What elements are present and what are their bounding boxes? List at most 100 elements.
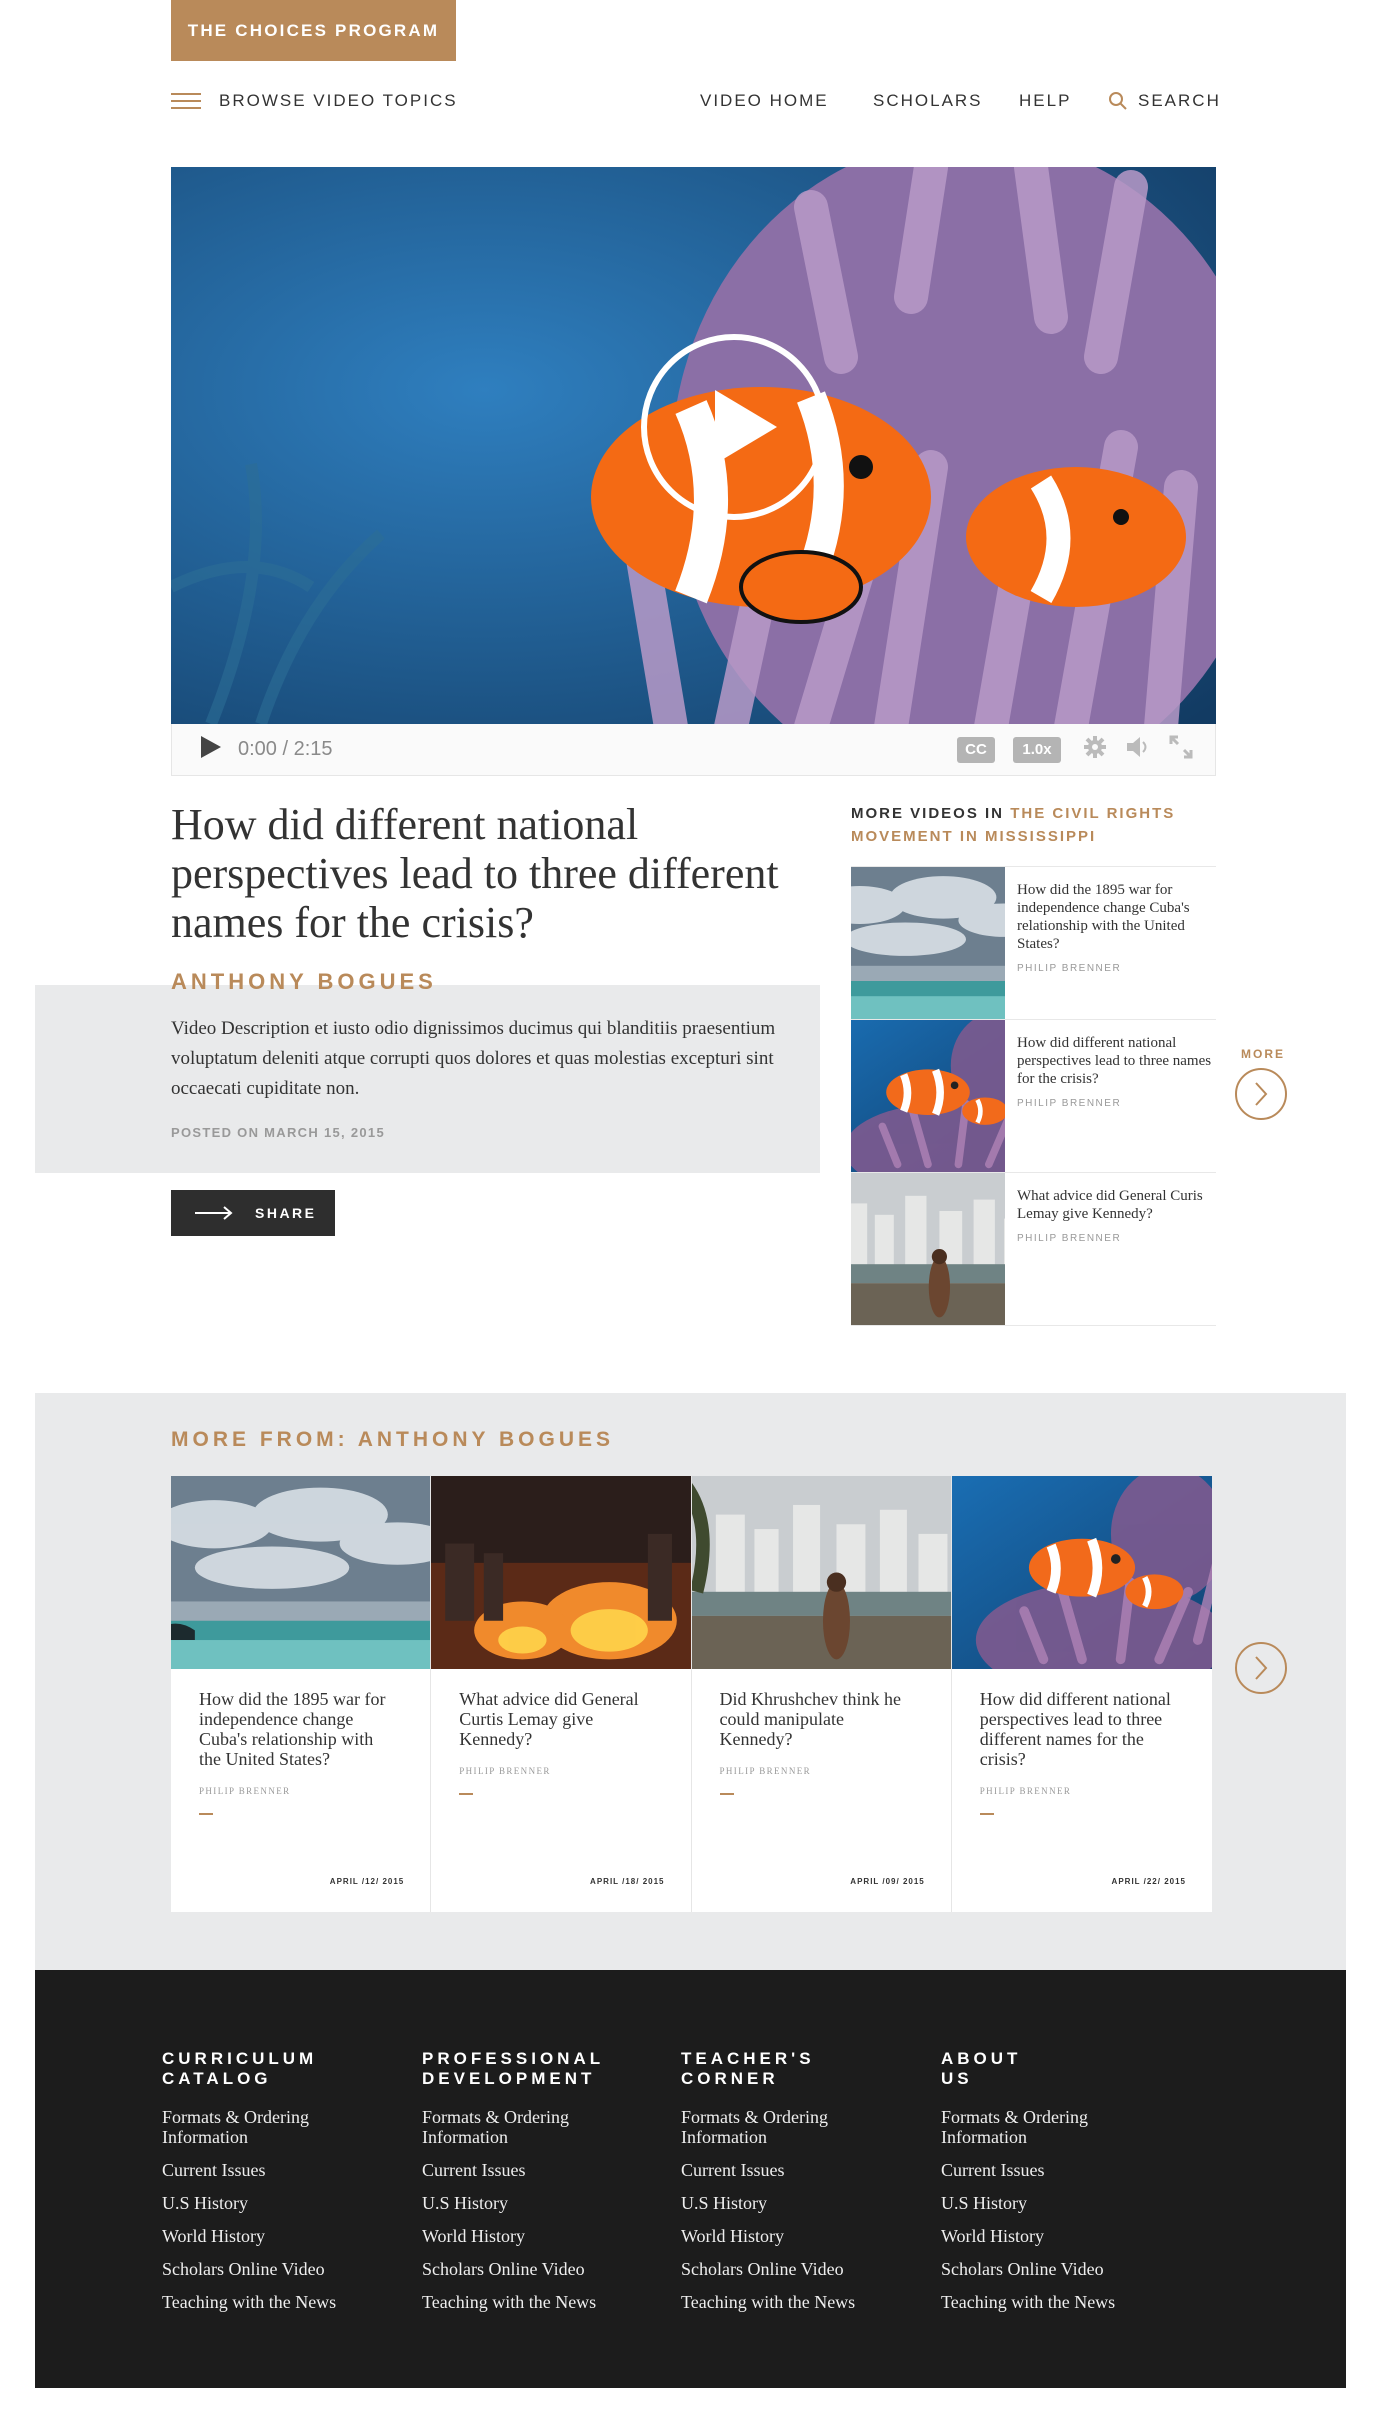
- speed-label: 1.0x: [1022, 741, 1052, 758]
- footer-link[interactable]: Formats & Ordering Information: [162, 2107, 352, 2147]
- brand-logo[interactable]: THE CHOICES PROGRAM: [171, 0, 456, 61]
- footer-link[interactable]: Formats & Ordering Information: [941, 2107, 1131, 2147]
- card-title: What advice did General Curtis Lemay giv…: [459, 1689, 639, 1749]
- video-title: What advice did General Curis Lemay give…: [1017, 1188, 1203, 1222]
- play-button[interactable]: [200, 735, 226, 764]
- nav-video-home[interactable]: VIDEO HOME: [700, 88, 829, 114]
- nav-label: VIDEO HOME: [700, 91, 829, 110]
- footer-link[interactable]: U.S History: [681, 2193, 911, 2213]
- footer-link[interactable]: World History: [941, 2226, 1171, 2246]
- footer-link[interactable]: Formats & Ordering Information: [422, 2107, 612, 2147]
- footer-link[interactable]: Teaching with the News: [422, 2292, 652, 2312]
- footer-heading: PROFESSIONAL: [422, 2049, 605, 2068]
- card-author: PHILIP BRENNER: [979, 1786, 1072, 1796]
- footer-link[interactable]: Scholars Online Video: [681, 2259, 911, 2279]
- video-author: PHILIP BRENNER: [1017, 1233, 1122, 1244]
- footer-link[interactable]: World History: [422, 2226, 652, 2246]
- footer-heading: CATALOG: [162, 2069, 272, 2088]
- arrow-right-icon: [195, 1206, 233, 1220]
- video-description: Video Description et iusto odio dignissi…: [171, 1018, 776, 1099]
- footer-link[interactable]: Current Issues: [941, 2160, 1171, 2180]
- footer-link[interactable]: Teaching with the News: [941, 2292, 1171, 2312]
- more-from-next-button[interactable]: [1235, 1642, 1287, 1694]
- footer-heading: DEVELOPMENT: [422, 2069, 596, 2088]
- browse-label: BROWSE VIDEO TOPICS: [219, 91, 458, 110]
- nav-scholars[interactable]: SCHOLARS: [873, 88, 983, 114]
- footer-heading: CURRICULUM: [162, 2049, 318, 2068]
- share-button[interactable]: SHARE: [171, 1190, 335, 1236]
- card-author: PHILIP BRENNER: [719, 1766, 812, 1776]
- card-date: APRIL /12/ 2015: [329, 1877, 405, 1886]
- footer-link[interactable]: Current Issues: [681, 2160, 911, 2180]
- fullscreen-button[interactable]: [1169, 735, 1193, 764]
- fullscreen-icon: [1169, 735, 1193, 759]
- more-videos-next-button[interactable]: [1235, 1068, 1287, 1120]
- footer-link[interactable]: U.S History: [162, 2193, 392, 2213]
- settings-button[interactable]: [1083, 735, 1107, 764]
- card-thumbnail: [171, 1476, 430, 1669]
- speed-button[interactable]: 1.0x: [1013, 736, 1061, 763]
- footer-link[interactable]: Formats & Ordering Information: [681, 2107, 871, 2147]
- footer-link[interactable]: Scholars Online Video: [162, 2259, 392, 2279]
- page-title: How did different national perspectives …: [171, 800, 779, 947]
- video-title: How did different national perspectives …: [1017, 1035, 1212, 1087]
- card-author: PHILIP BRENNER: [459, 1766, 551, 1776]
- footer-link[interactable]: World History: [162, 2226, 392, 2246]
- card-thumbnail: [692, 1476, 951, 1669]
- footer-link[interactable]: Scholars Online Video: [941, 2259, 1171, 2279]
- video-thumbnail: [851, 1020, 1005, 1172]
- footer-link[interactable]: Teaching with the News: [681, 2292, 911, 2312]
- footer-heading: US: [941, 2069, 973, 2088]
- footer-column-about: ABOUT US Formats & Ordering Information C…: [941, 2049, 1171, 2325]
- more-videos-heading: MORE VIDEOS IN THE CIVIL RIGHTS MOVEMENT…: [851, 802, 1201, 848]
- footer-heading: CORNER: [681, 2069, 779, 2088]
- play-icon: [715, 390, 777, 464]
- more-from-author[interactable]: ANTHONY BOGUES: [358, 1428, 614, 1451]
- more-label: MORE: [1241, 1047, 1285, 1061]
- more-videos-list: How did the 1895 war for independence ch…: [851, 866, 1216, 1326]
- search-icon: [1109, 92, 1127, 110]
- divider: [459, 1793, 474, 1795]
- card-title: Did Khrushchev think he could manipulate…: [719, 1689, 901, 1749]
- video-card[interactable]: How did the 1895 war for independence ch…: [171, 1476, 432, 1912]
- list-item[interactable]: How did the 1895 war for independence ch…: [851, 867, 1216, 1020]
- card-title: How did the 1895 war for independence ch…: [199, 1689, 386, 1769]
- footer-link[interactable]: World History: [681, 2226, 911, 2246]
- card-title: How did different national perspectives …: [979, 1689, 1171, 1769]
- footer-link[interactable]: Current Issues: [162, 2160, 392, 2180]
- volume-button[interactable]: [1125, 735, 1151, 764]
- volume-icon: [1127, 737, 1147, 757]
- footer-column-curriculum: CURRICULUM CATALOG Formats & Ordering Inf…: [162, 2049, 392, 2325]
- author-link[interactable]: ANTHONY BOGUES: [171, 969, 437, 995]
- play-icon: [201, 736, 221, 758]
- video-poster[interactable]: [171, 167, 1216, 724]
- nav-label: SCHOLARS: [873, 91, 983, 110]
- card-date: APRIL /18/ 2015: [590, 1877, 665, 1886]
- footer-link[interactable]: Teaching with the News: [162, 2292, 392, 2312]
- nav-label: HELP: [1019, 91, 1072, 110]
- list-item[interactable]: How did different national perspectives …: [851, 1020, 1216, 1173]
- more-from-heading: MORE FROM: ANTHONY BOGUES: [171, 1428, 614, 1452]
- gear-icon: [1084, 736, 1106, 758]
- video-card[interactable]: How did different national perspectives …: [951, 1476, 1212, 1912]
- footer-link[interactable]: Current Issues: [422, 2160, 652, 2180]
- list-item[interactable]: What advice did General Curis Lemay give…: [851, 1173, 1216, 1326]
- video-thumbnail: [851, 867, 1005, 1019]
- browse-topics-button[interactable]: BROWSE VIDEO TOPICS: [171, 86, 458, 116]
- chevron-right-icon: [1255, 1656, 1268, 1680]
- video-card[interactable]: What advice did General Curtis Lemay giv…: [431, 1476, 692, 1912]
- search-button[interactable]: SEARCH: [1108, 88, 1221, 114]
- card-thumbnail: [431, 1476, 690, 1669]
- play-overlay-button[interactable]: [641, 334, 827, 520]
- footer-link[interactable]: U.S History: [422, 2193, 652, 2213]
- footer-link[interactable]: Scholars Online Video: [422, 2259, 652, 2279]
- footer-heading: TEACHER'S: [681, 2049, 815, 2068]
- footer-column-professional: PROFESSIONAL DEVELOPMENT Formats & Orderi…: [422, 2049, 652, 2325]
- video-thumbnail: [851, 1173, 1005, 1325]
- more-videos-prefix: MORE VIDEOS IN: [851, 805, 1005, 822]
- cc-button[interactable]: CC: [957, 736, 995, 763]
- card-date: APRIL /09/ 2015: [850, 1877, 925, 1886]
- nav-help[interactable]: HELP: [1019, 88, 1071, 114]
- video-card[interactable]: Did Khrushchev think he could manipulate…: [691, 1476, 952, 1912]
- footer-link[interactable]: U.S History: [941, 2193, 1171, 2213]
